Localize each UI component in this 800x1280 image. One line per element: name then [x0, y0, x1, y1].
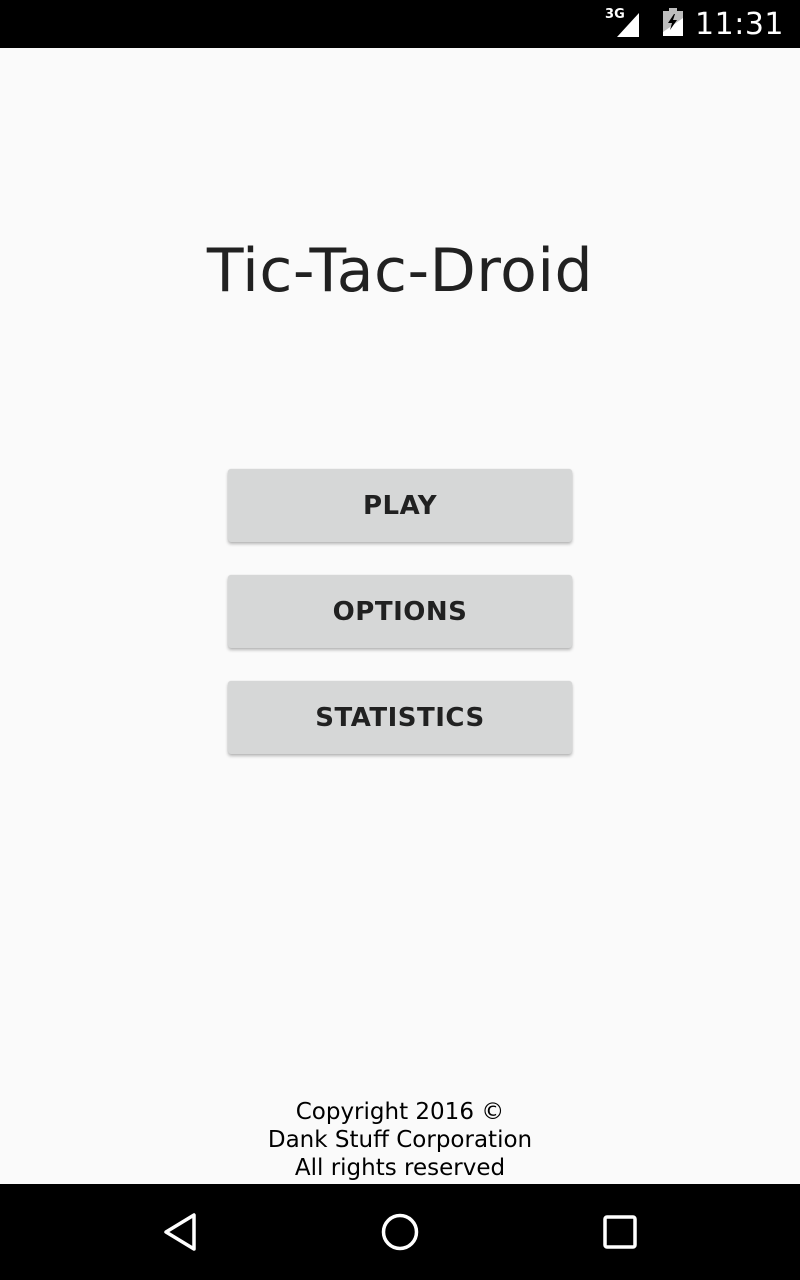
play-button[interactable]: PLAY: [228, 469, 572, 542]
options-button[interactable]: OPTIONS: [228, 575, 572, 648]
recents-button[interactable]: [600, 1212, 640, 1252]
company-line: Dank Stuff Corporation: [267, 1127, 533, 1153]
back-icon: [164, 1213, 196, 1251]
cell-signal: 3G: [605, 7, 645, 39]
signal-icon: [617, 13, 640, 37]
copyright-line: Copyright 2016 ©: [295, 1099, 505, 1125]
statistics-button[interactable]: STATISTICS: [228, 681, 572, 754]
clock: 11:31: [695, 6, 784, 42]
app-title: Tic-Tac-Droid: [206, 236, 594, 307]
home-button[interactable]: [380, 1212, 420, 1252]
rights-line: All rights reserved: [294, 1155, 506, 1181]
back-button[interactable]: [160, 1212, 200, 1252]
home-icon: [381, 1213, 419, 1251]
battery-icon: [663, 7, 684, 41]
copyright-footer: Copyright 2016 © Dank Stuff Corporation …: [0, 1098, 800, 1182]
navigation-bar: [0, 1184, 800, 1280]
status-bar: 3G 11:31: [0, 0, 800, 48]
status-icons: 3G 11:31: [605, 0, 784, 48]
recents-icon: [603, 1215, 637, 1249]
